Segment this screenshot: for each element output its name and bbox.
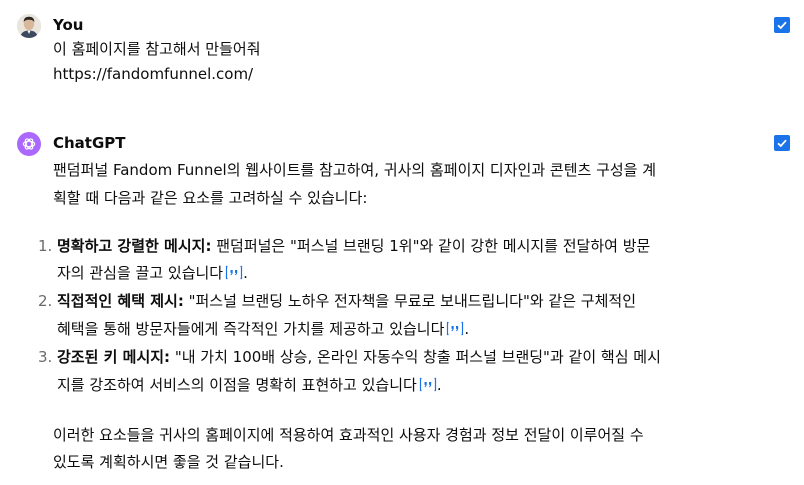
list-item-heading: 직접적인 혜택 제시: [57,292,184,310]
list-item: 강조된 키 메시지: "내 가치 100배 상승, 온라인 자동수익 창출 퍼스… [57,347,661,367]
list-item: 명확하고 강렬한 메시지: 팬덤퍼널은 "퍼스널 브랜딩 1위"와 같이 강한 … [57,236,650,256]
quote-citation-icon[interactable] [446,321,464,336]
list-number: 1. [38,237,53,255]
list-item-continuation: 혜택을 통해 방문자들에게 즉각적인 가치를 제공하고 있습니다. [57,319,469,339]
list-item-period: . [436,376,442,394]
user-message-link[interactable]: https://fandomfunnel.com/ [53,64,253,84]
outro-line: 있도록 계획하시면 좋을 것 같습니다. [53,453,284,471]
list-item-continuation: 지를 강조하여 서비스의 이점을 명확히 표현하고 있습니다. [57,375,442,395]
list-item-continuation: 자의 관심을 끌고 있습니다. [57,263,248,283]
list-item-text: 지를 강조하여 서비스의 이점을 명확히 표현하고 있습니다 [57,376,417,394]
list-item-text: 혜택을 통해 방문자들에게 즉각적인 가치를 제공하고 있습니다 [57,320,445,338]
list-number: 3. [38,348,53,366]
quote-citation-icon[interactable] [225,265,243,280]
chatgpt-name: ChatGPT [53,134,126,152]
openai-logo-icon [22,138,36,150]
list-item-period: . [243,264,248,282]
list-item-period: . [464,320,470,338]
list-item-text: "내 가치 100배 상승, 온라인 자동수익 창출 퍼스널 브랜딩"과 같이 … [170,348,661,366]
list-item-text: 자의 관심을 끌고 있습니다 [57,264,224,282]
chatgpt-avatar [17,132,41,156]
intro-line: 팬덤퍼널 Fandom Funnel의 웹사이트를 참고하여, 귀사의 홈페이지… [53,161,657,179]
list-item-heading: 강조된 키 메시지: [57,348,171,366]
user-message-line: 이 홈페이지를 참고해서 만들어줘 [53,40,261,58]
list-number: 2. [38,292,53,310]
list-item-text: "퍼스널 브랜딩 노하우 전자책을 무료로 보내드립니다"와 같은 구체적인 [183,292,636,310]
list-item-text: 팬덤퍼널은 "퍼스널 브랜딩 1위"와 같이 강한 메시지를 전달하여 방문 [211,237,651,255]
list-item: 직접적인 혜택 제시: "퍼스널 브랜딩 노하우 전자책을 무료로 보내드립니다… [57,291,636,311]
user-avatar [17,14,41,38]
user-name: You [53,16,84,34]
checkmark-icon [777,139,787,148]
user-message-checkbox[interactable] [774,17,790,33]
checkmark-icon [777,21,787,30]
intro-line: 획할 때 다음과 같은 요소를 고려하실 수 있습니다: [53,189,368,207]
user-avatar-icon [17,14,41,38]
quote-citation-icon[interactable] [419,377,437,392]
assistant-message-checkbox[interactable] [774,135,790,151]
list-item-heading: 명확하고 강렬한 메시지: [57,237,212,255]
outro-line: 이러한 요소들을 귀사의 홈페이지에 적용하여 효과적인 사용자 경험과 정보 … [53,426,644,444]
